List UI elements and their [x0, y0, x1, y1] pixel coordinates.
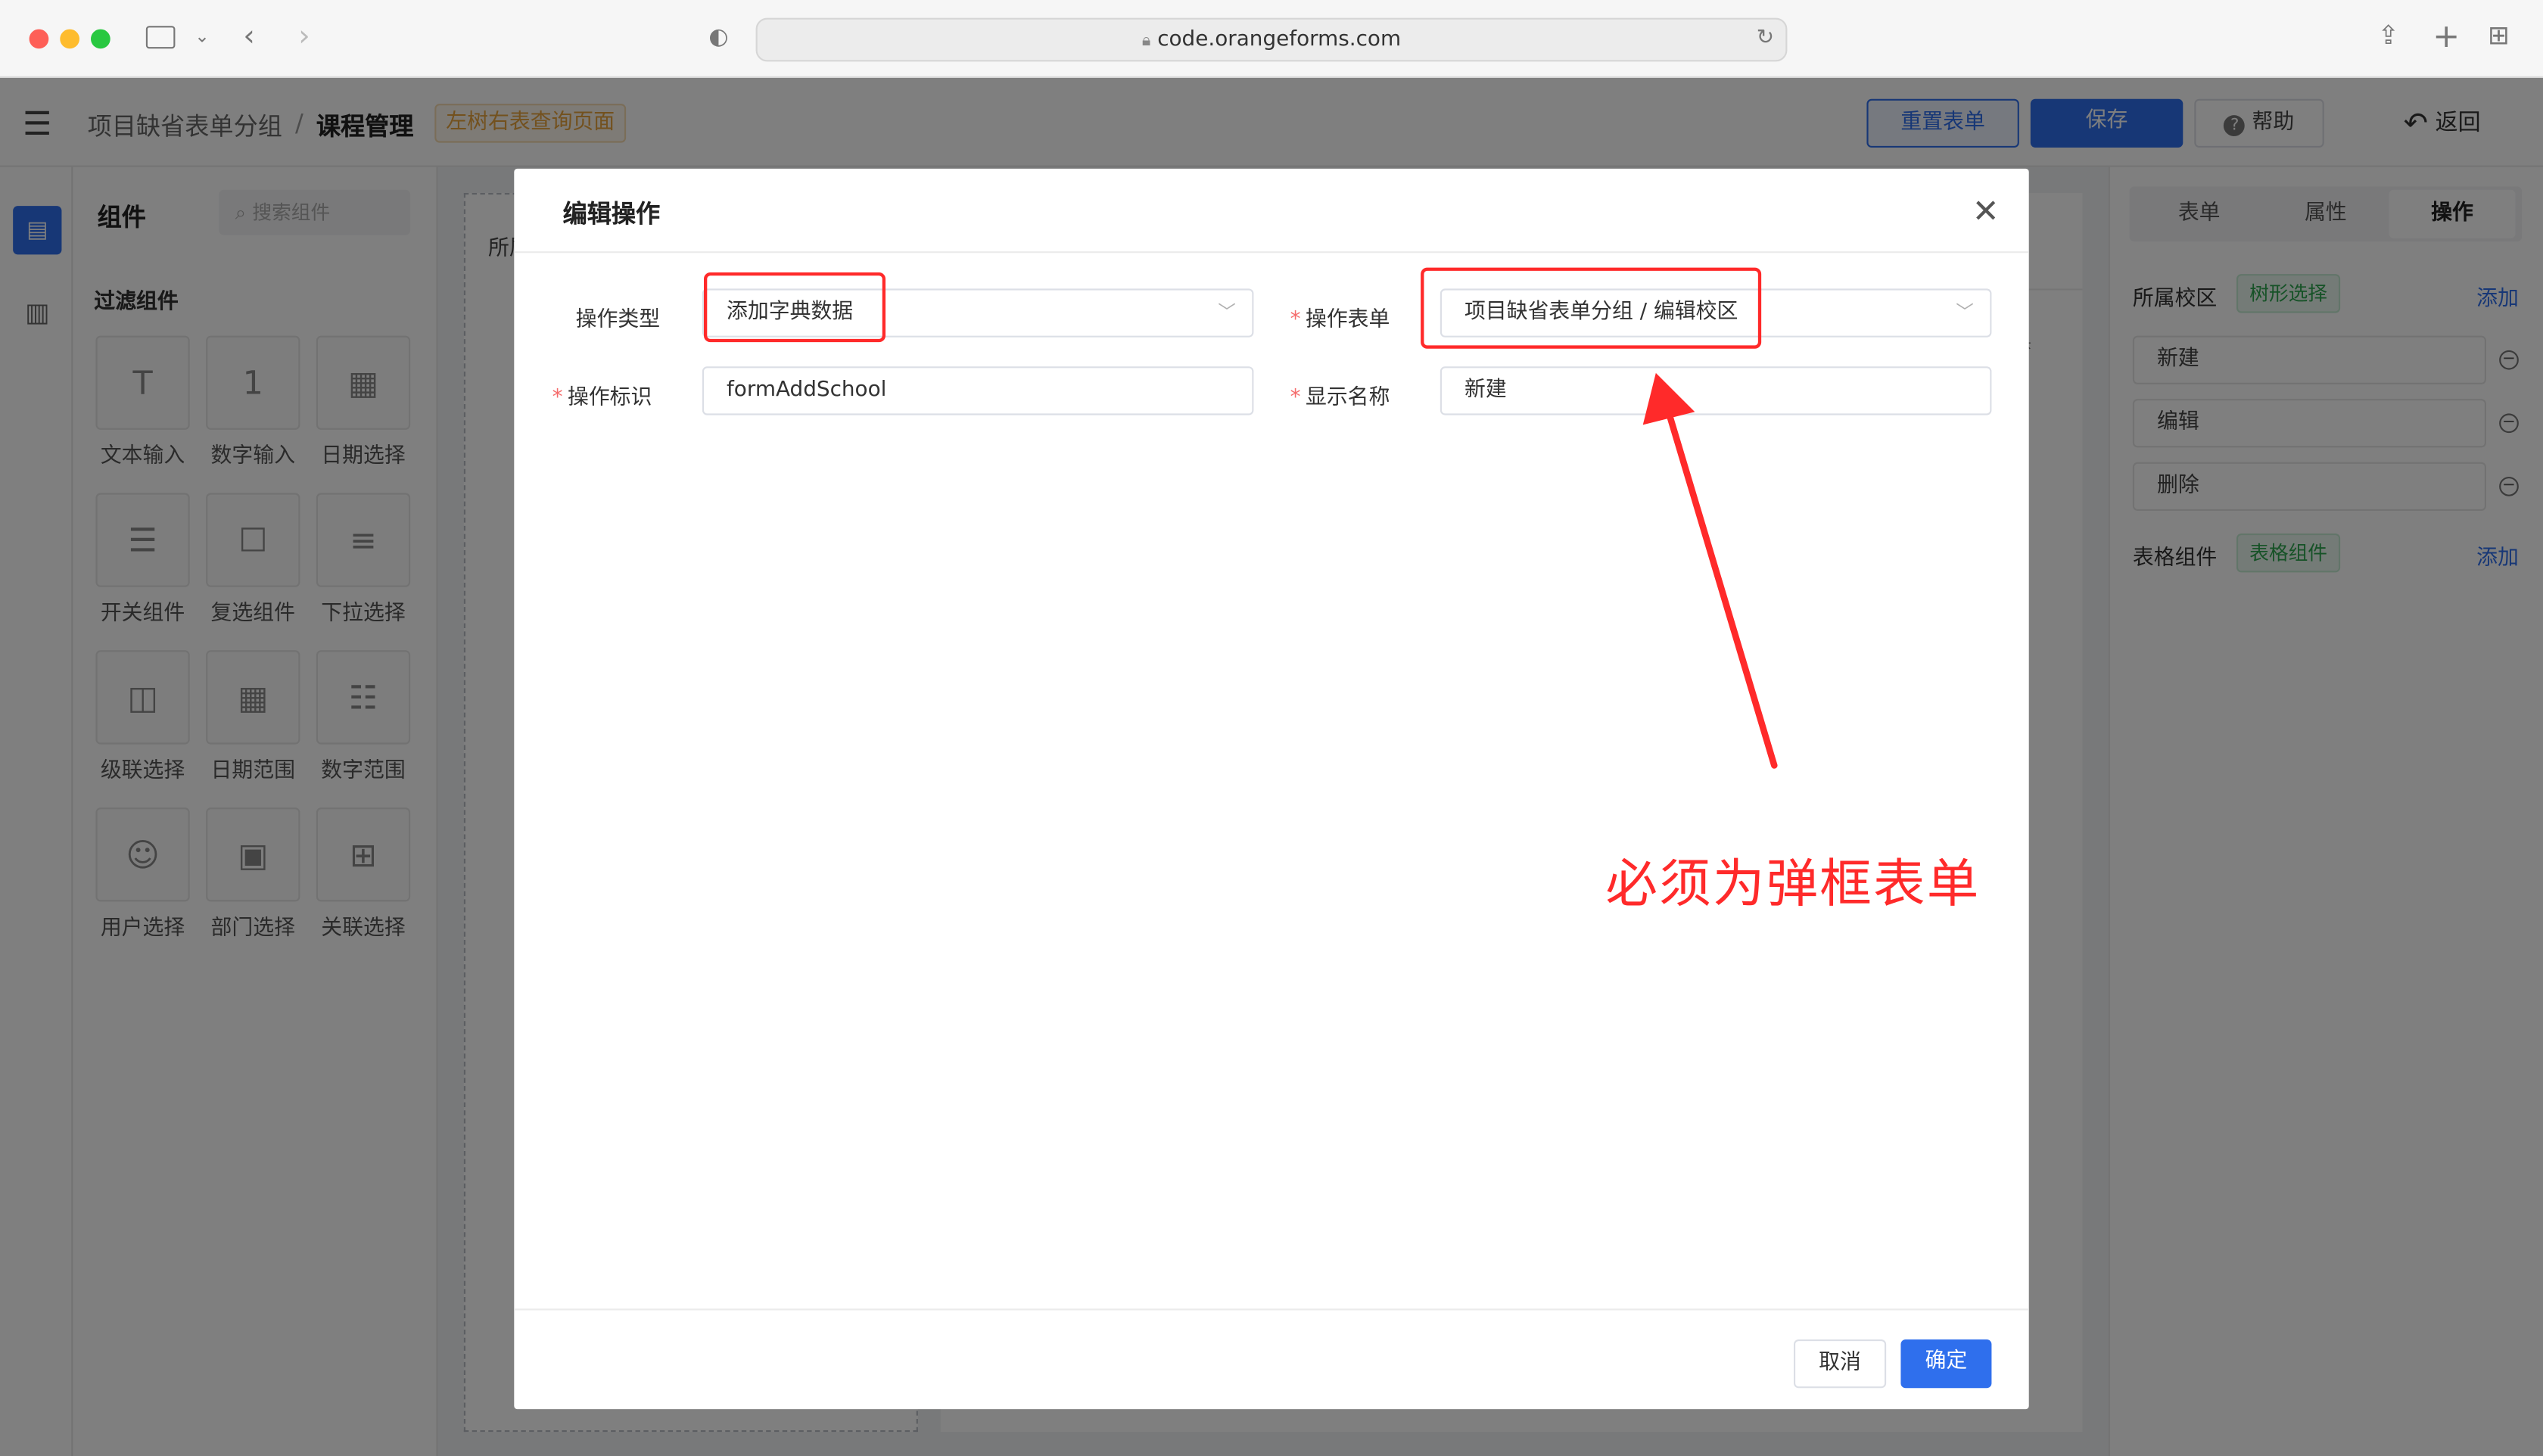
annotation-arrow — [1642, 372, 1778, 769]
annotation-text: 必须为弹框表单 — [1605, 853, 1981, 915]
